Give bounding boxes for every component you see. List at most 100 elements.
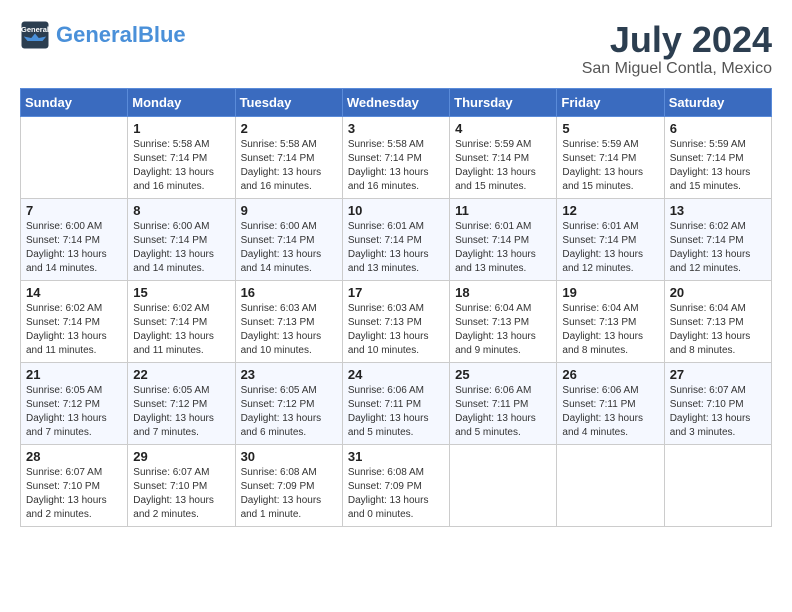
day-cell: 14 Sunrise: 6:02 AMSunset: 7:14 PMDayligh… <box>21 280 128 362</box>
day-info: Sunrise: 6:03 AMSunset: 7:13 PMDaylight:… <box>241 302 337 358</box>
day-cell: 26 Sunrise: 6:06 AMSunset: 7:11 PMDayligh… <box>557 362 664 444</box>
day-cell: 7 Sunrise: 6:00 AMSunset: 7:14 PMDaylight… <box>21 198 128 280</box>
day-cell: 16 Sunrise: 6:03 AMSunset: 7:13 PMDayligh… <box>235 280 342 362</box>
day-info: Sunrise: 5:58 AMSunset: 7:14 PMDaylight:… <box>241 138 337 194</box>
day-cell: 28 Sunrise: 6:07 AMSunset: 7:10 PMDayligh… <box>21 444 128 526</box>
day-info: Sunrise: 6:01 AMSunset: 7:14 PMDaylight:… <box>455 220 551 276</box>
week-row-3: 14 Sunrise: 6:02 AMSunset: 7:14 PMDayligh… <box>21 280 772 362</box>
day-number: 18 <box>455 285 551 300</box>
day-number: 25 <box>455 367 551 382</box>
day-info: Sunrise: 6:05 AMSunset: 7:12 PMDaylight:… <box>26 384 122 440</box>
day-number: 7 <box>26 203 122 218</box>
day-number: 2 <box>241 121 337 136</box>
day-info: Sunrise: 6:02 AMSunset: 7:14 PMDaylight:… <box>670 220 766 276</box>
day-number: 12 <box>562 203 658 218</box>
day-info: Sunrise: 6:06 AMSunset: 7:11 PMDaylight:… <box>348 384 444 440</box>
day-cell: 24 Sunrise: 6:06 AMSunset: 7:11 PMDayligh… <box>342 362 449 444</box>
week-row-4: 21Sunrise: 6:05 AMSunset: 7:12 PMDayligh… <box>21 362 772 444</box>
day-cell: 15Sunrise: 6:02 AMSunset: 7:14 PMDayligh… <box>128 280 235 362</box>
day-info: Sunrise: 5:58 AMSunset: 7:14 PMDaylight:… <box>133 138 229 194</box>
day-number: 24 <box>348 367 444 382</box>
day-number: 28 <box>26 449 122 464</box>
day-number: 20 <box>670 285 766 300</box>
day-number: 8 <box>133 203 229 218</box>
day-cell: 8Sunrise: 6:00 AMSunset: 7:14 PMDaylight… <box>128 198 235 280</box>
day-cell: 5 Sunrise: 5:59 AMSunset: 7:14 PMDaylight… <box>557 116 664 198</box>
page-header: General GeneralBlue July 2024 San Miguel… <box>20 20 772 78</box>
day-info: Sunrise: 6:05 AMSunset: 7:12 PMDaylight:… <box>241 384 337 440</box>
day-info: Sunrise: 6:07 AMSunset: 7:10 PMDaylight:… <box>26 466 122 522</box>
day-info: Sunrise: 6:02 AMSunset: 7:14 PMDaylight:… <box>26 302 122 358</box>
day-number: 14 <box>26 285 122 300</box>
day-header-thursday: Thursday <box>450 88 557 116</box>
day-number: 30 <box>241 449 337 464</box>
day-info: Sunrise: 6:04 AMSunset: 7:13 PMDaylight:… <box>562 302 658 358</box>
day-cell: 12 Sunrise: 6:01 AMSunset: 7:14 PMDayligh… <box>557 198 664 280</box>
day-number: 26 <box>562 367 658 382</box>
day-info: Sunrise: 6:06 AMSunset: 7:11 PMDaylight:… <box>455 384 551 440</box>
svg-text:General: General <box>21 25 49 34</box>
day-info: Sunrise: 5:58 AMSunset: 7:14 PMDaylight:… <box>348 138 444 194</box>
day-info: Sunrise: 6:08 AMSunset: 7:09 PMDaylight:… <box>241 466 337 522</box>
location: San Miguel Contla, Mexico <box>582 60 772 78</box>
day-header-saturday: Saturday <box>664 88 771 116</box>
day-number: 4 <box>455 121 551 136</box>
day-cell: 18Sunrise: 6:04 AMSunset: 7:13 PMDayligh… <box>450 280 557 362</box>
day-info: Sunrise: 6:07 AMSunset: 7:10 PMDaylight:… <box>670 384 766 440</box>
day-info: Sunrise: 6:04 AMSunset: 7:13 PMDaylight:… <box>670 302 766 358</box>
day-header-wednesday: Wednesday <box>342 88 449 116</box>
day-number: 11 <box>455 203 551 218</box>
day-info: Sunrise: 6:00 AMSunset: 7:14 PMDaylight:… <box>241 220 337 276</box>
day-cell: 3Sunrise: 5:58 AMSunset: 7:14 PMDaylight… <box>342 116 449 198</box>
day-info: Sunrise: 6:00 AMSunset: 7:14 PMDaylight:… <box>26 220 122 276</box>
day-cell: 17Sunrise: 6:03 AMSunset: 7:13 PMDayligh… <box>342 280 449 362</box>
day-cell: 21Sunrise: 6:05 AMSunset: 7:12 PMDayligh… <box>21 362 128 444</box>
day-cell: 31Sunrise: 6:08 AMSunset: 7:09 PMDayligh… <box>342 444 449 526</box>
day-cell: 2 Sunrise: 5:58 AMSunset: 7:14 PMDaylight… <box>235 116 342 198</box>
day-cell: 22 Sunrise: 6:05 AMSunset: 7:12 PMDayligh… <box>128 362 235 444</box>
day-number: 13 <box>670 203 766 218</box>
day-cell: 1Sunrise: 5:58 AMSunset: 7:14 PMDaylight… <box>128 116 235 198</box>
logo-icon: General <box>20 20 50 50</box>
day-info: Sunrise: 5:59 AMSunset: 7:14 PMDaylight:… <box>670 138 766 194</box>
day-info: Sunrise: 6:01 AMSunset: 7:14 PMDaylight:… <box>562 220 658 276</box>
day-info: Sunrise: 6:06 AMSunset: 7:11 PMDaylight:… <box>562 384 658 440</box>
day-cell: 13 Sunrise: 6:02 AMSunset: 7:14 PMDayligh… <box>664 198 771 280</box>
day-number: 27 <box>670 367 766 382</box>
day-cell: 11 Sunrise: 6:01 AMSunset: 7:14 PMDayligh… <box>450 198 557 280</box>
week-row-1: 1Sunrise: 5:58 AMSunset: 7:14 PMDaylight… <box>21 116 772 198</box>
calendar-table: SundayMondayTuesdayWednesdayThursdayFrid… <box>20 88 772 527</box>
day-cell: 29Sunrise: 6:07 AMSunset: 7:10 PMDayligh… <box>128 444 235 526</box>
day-info: Sunrise: 6:02 AMSunset: 7:14 PMDaylight:… <box>133 302 229 358</box>
day-cell <box>664 444 771 526</box>
day-info: Sunrise: 6:01 AMSunset: 7:14 PMDaylight:… <box>348 220 444 276</box>
day-cell <box>21 116 128 198</box>
day-headers-row: SundayMondayTuesdayWednesdayThursdayFrid… <box>21 88 772 116</box>
day-cell: 6 Sunrise: 5:59 AMSunset: 7:14 PMDaylight… <box>664 116 771 198</box>
day-number: 22 <box>133 367 229 382</box>
week-row-2: 7 Sunrise: 6:00 AMSunset: 7:14 PMDaylight… <box>21 198 772 280</box>
day-header-monday: Monday <box>128 88 235 116</box>
day-number: 10 <box>348 203 444 218</box>
day-info: Sunrise: 5:59 AMSunset: 7:14 PMDaylight:… <box>562 138 658 194</box>
title-block: July 2024 San Miguel Contla, Mexico <box>582 20 772 78</box>
day-cell: 27 Sunrise: 6:07 AMSunset: 7:10 PMDayligh… <box>664 362 771 444</box>
day-cell <box>557 444 664 526</box>
day-cell: 19Sunrise: 6:04 AMSunset: 7:13 PMDayligh… <box>557 280 664 362</box>
day-number: 23 <box>241 367 337 382</box>
day-number: 6 <box>670 121 766 136</box>
day-number: 5 <box>562 121 658 136</box>
day-cell: 30 Sunrise: 6:08 AMSunset: 7:09 PMDayligh… <box>235 444 342 526</box>
week-row-5: 28 Sunrise: 6:07 AMSunset: 7:10 PMDayligh… <box>21 444 772 526</box>
day-number: 16 <box>241 285 337 300</box>
logo: General GeneralBlue <box>20 20 186 50</box>
day-cell <box>450 444 557 526</box>
logo-blue: Blue <box>138 22 186 47</box>
day-cell: 25 Sunrise: 6:06 AMSunset: 7:11 PMDayligh… <box>450 362 557 444</box>
day-info: Sunrise: 6:05 AMSunset: 7:12 PMDaylight:… <box>133 384 229 440</box>
day-header-tuesday: Tuesday <box>235 88 342 116</box>
day-number: 17 <box>348 285 444 300</box>
month-year: July 2024 <box>582 20 772 60</box>
day-info: Sunrise: 6:07 AMSunset: 7:10 PMDaylight:… <box>133 466 229 522</box>
logo-general: General <box>56 22 138 47</box>
